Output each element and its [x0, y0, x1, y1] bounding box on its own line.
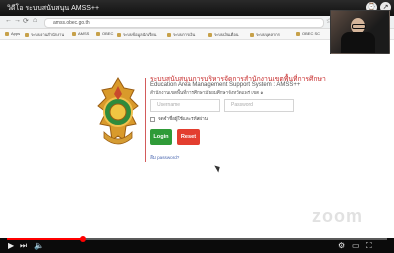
bookmark-item[interactable]: ระบบข้อมูลนักเรียน: [117, 31, 156, 38]
password-placeholder: Password: [231, 102, 253, 108]
video-title: วิดีโอ ระบบสนับสนุน AMSS++: [7, 5, 100, 12]
bookmark-item[interactable]: Apps: [5, 31, 20, 36]
obec-logo: [97, 77, 139, 145]
reset-button[interactable]: Reset: [177, 129, 200, 145]
forward-arrow-icon[interactable]: →: [14, 17, 21, 24]
progress-fill: [7, 238, 83, 240]
webcam-thumbnail: [330, 10, 390, 54]
bookmark-item[interactable]: ระบบการเงิน: [167, 31, 195, 38]
vertical-divider: [145, 78, 146, 162]
video-player[interactable]: วิดีโอ ระบบสนับสนุน AMSS++ ⌚ ↗ ← → ⟳ ⌂ a…: [0, 0, 394, 253]
login-button[interactable]: Login: [150, 129, 172, 145]
progress-knob[interactable]: [80, 236, 86, 242]
home-icon[interactable]: ⌂: [33, 17, 37, 24]
back-arrow-icon[interactable]: ←: [5, 17, 12, 24]
username-placeholder: Username: [157, 102, 181, 108]
settings-icon[interactable]: ⚙: [338, 242, 345, 250]
url-input[interactable]: amss.obec.go.th: [44, 18, 324, 28]
progress-track[interactable]: [7, 236, 387, 242]
subtitles-icon[interactable]: ▭: [352, 242, 360, 250]
office-subtitle: สำนักงานเขตพื้นที่การศึกษามัธยมศึกษาจังห…: [150, 90, 264, 95]
glasses-icon: [352, 24, 366, 29]
fullscreen-icon[interactable]: ⛶: [366, 242, 372, 250]
next-icon[interactable]: ⏭: [20, 242, 27, 250]
forgot-password-link[interactable]: ลืม password?: [150, 155, 179, 162]
url-text: amss.obec.go.th: [53, 20, 90, 26]
bookmark-item[interactable]: ระบบเงินเดือน: [208, 31, 239, 38]
bookmark-item[interactable]: OBEC SC: [296, 31, 320, 36]
volume-icon[interactable]: 🔈: [34, 242, 44, 250]
system-title-english: Education Area Management Support System…: [150, 82, 301, 88]
reload-icon[interactable]: ⟳: [23, 17, 29, 25]
person-body: [341, 32, 375, 53]
remember-checkbox[interactable]: [150, 117, 155, 122]
password-input[interactable]: Password: [224, 99, 294, 112]
bookmark-item[interactable]: OBEC: [96, 31, 113, 36]
zoom-watermark: zoom: [312, 206, 363, 226]
bookmark-item[interactable]: ระบบบุคลากร: [250, 31, 280, 38]
remember-label: จดจำชื่อผู้ใช้และรหัสผ่าน: [158, 116, 208, 121]
play-icon[interactable]: ▶: [8, 242, 14, 250]
bookmark-item[interactable]: AMSS: [72, 31, 89, 36]
player-controls: ▶ ⏭ 🔈 ⚙ ▭ ⛶: [0, 236, 394, 253]
username-input[interactable]: Username: [150, 99, 220, 112]
bookmark-item[interactable]: ระบบงานสำนักงาน: [25, 31, 64, 38]
